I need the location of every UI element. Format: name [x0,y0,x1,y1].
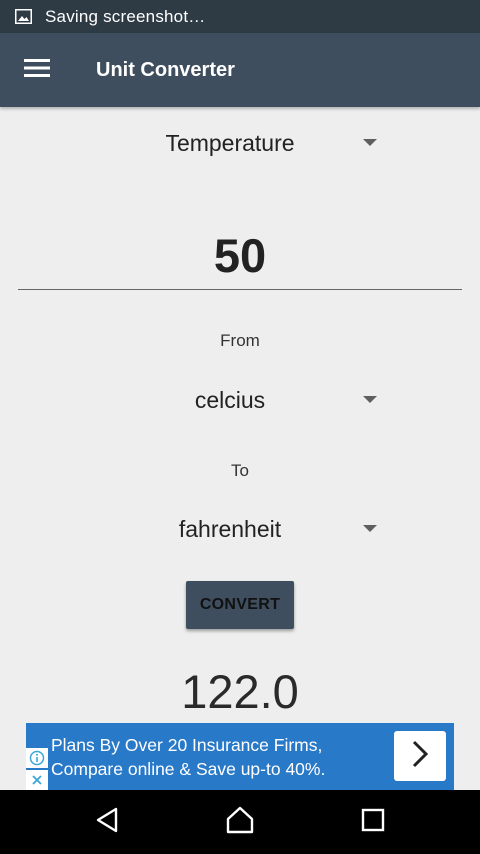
ad-badges [26,748,48,790]
to-unit-dropdown[interactable]: fahrenheit [0,505,480,553]
close-icon[interactable] [26,770,48,790]
ad-open-button[interactable] [394,731,446,781]
convert-button[interactable]: CONVERT [186,581,294,629]
ad-banner[interactable]: Plans By Over 20 Insurance Firms, Compar… [26,723,454,790]
ad-text: Plans By Over 20 Insurance Firms, Compar… [51,733,381,781]
home-icon [225,806,255,839]
from-label: From [220,331,260,350]
result-value: 122.0 [181,665,299,718]
status-text: Saving screenshot… [45,6,206,26]
hamburger-menu-icon [24,58,50,82]
category-selected: Temperature [165,130,295,156]
dropdown-arrow-icon [363,525,377,532]
recents-icon [361,808,385,837]
recents-button[interactable] [333,790,413,854]
amount-input[interactable]: 50 [18,224,462,290]
menu-button[interactable] [0,33,74,107]
ad-line-1: Plans By Over 20 Insurance Firms, [51,735,323,755]
category-dropdown[interactable]: Temperature [0,119,480,167]
info-icon[interactable] [26,748,48,768]
navigation-bar [0,790,480,854]
home-button[interactable] [200,790,280,854]
image-icon [15,9,33,25]
to-unit-selected: fahrenheit [178,516,282,542]
app-bar: Unit Converter [0,33,480,107]
from-unit-selected: celcius [194,387,266,413]
ad-line-2: Compare online & Save up-to 40%. [51,759,326,779]
to-label: To [231,461,249,480]
app-title: Unit Converter [96,58,235,81]
back-button[interactable] [68,790,148,854]
dropdown-arrow-icon [363,396,377,403]
dropdown-arrow-icon [363,139,377,146]
back-icon [95,807,121,838]
from-unit-dropdown[interactable]: celcius [0,376,480,424]
status-bar: Saving screenshot… [0,0,480,33]
chevron-right-icon [410,739,430,774]
